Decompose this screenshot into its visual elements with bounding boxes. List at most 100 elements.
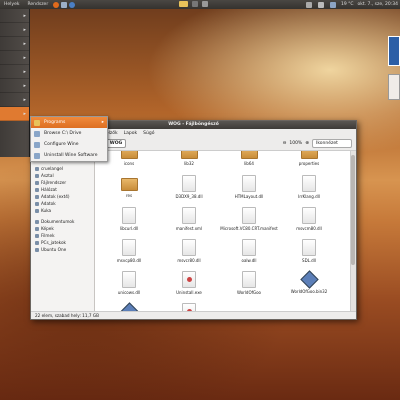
folder-icon [300,151,318,159]
file-grid: icons lib32 lib64 properties res D3DX9_38.dll… [99,151,356,311]
file-item[interactable]: lib32 [159,151,219,175]
firefox-icon[interactable] [53,1,60,8]
place-icon [35,201,39,206]
chevron-right-icon: ▸ [23,41,26,47]
file-item[interactable]: Uninstall.exe [159,271,219,303]
submenu-item[interactable]: Programs ▸ [31,117,107,128]
menu-help[interactable]: Súgó [143,131,154,136]
place-item[interactable]: Kuka [31,207,94,214]
menu-row[interactable]: ▸ [0,9,29,23]
file-item[interactable]: HTMLayout.dll [219,175,279,207]
file-item[interactable]: D3DX9_38.dll [159,175,219,207]
submenu-item-label: Browse C:\ Drive [44,131,82,136]
place-item[interactable]: Fájlrendszer [31,179,94,186]
file-name: msvcr80.dll [177,258,201,263]
zoom-in-icon[interactable]: ⊕ [305,141,309,146]
mail-icon[interactable] [61,1,68,8]
file-item[interactable]: msvcr80.dll [159,239,219,271]
menu-row[interactable]: ▸ [0,65,29,79]
menu-row-wine[interactable]: ▸ [0,107,29,121]
place-label: Adatok [41,201,56,206]
file-item[interactable]: IrrKlang.dll [279,175,339,207]
file-icon [182,207,196,224]
wine-binary-icon [301,271,317,287]
file-name: Uninstall.exe [176,290,202,295]
file-item[interactable]: SDL.dll [279,239,339,271]
view-mode-select[interactable]: Ikonnézet [312,139,352,148]
file-item[interactable]: icons [99,151,159,175]
clock-label[interactable]: okt. 7., sze, 20:34 [358,2,398,7]
chevron-right-icon: ▸ [23,13,26,19]
weather-icon[interactable] [329,1,336,8]
executable-icon [182,271,196,288]
place-item[interactable]: Asztal [31,172,94,179]
place-item[interactable]: Adatok (ext4) [31,193,94,200]
place-item[interactable]: Dokumentumok [31,218,94,225]
menu-row[interactable]: ▸ [0,79,29,93]
file-item[interactable]: WorldOfGoo.exe [159,303,219,311]
path-button[interactable]: WOG [105,139,127,148]
folder-icon[interactable] [179,1,188,7]
submenu-item-label: Configure Wine [44,142,79,147]
file-item[interactable]: msvcp80.dll [99,239,159,271]
file-name: manifest.xml [175,226,203,231]
file-item[interactable]: WorldOfGoo.bin32 [279,271,339,303]
file-item[interactable]: oalw.dll [219,239,279,271]
file-item[interactable]: lib64 [219,151,279,175]
file-item[interactable]: unicows.dll [99,271,159,303]
file-item[interactable]: WorldOfGoo.bin64 [99,303,159,311]
menu-row[interactable]: ▸ [0,51,29,65]
scroll-thumb[interactable] [351,155,355,265]
file-name: msvcm80.dll [296,226,322,231]
temperature-label[interactable]: 19 °C [341,2,354,7]
submenu-item[interactable]: Browse C:\ Drive [31,128,107,139]
zoom-out-icon[interactable]: ⊖ [283,141,287,146]
file-name: lib64 [244,161,254,166]
volume-icon[interactable] [305,1,312,8]
file-item[interactable]: libcurl.dll [99,207,159,239]
file-name: lib32 [184,161,194,166]
place-item[interactable]: Képek [31,225,94,232]
file-name: icons [123,161,135,166]
window-body: cruelangel Asztal Fájlrendszer Hálózat Adato… [31,151,356,311]
place-item[interactable]: Hálózat [31,186,94,193]
submenu-item-label: Programs [44,120,66,125]
submenu-item[interactable]: Configure Wine [31,139,107,150]
file-item[interactable]: msvcm80.dll [279,207,339,239]
menu-row[interactable]: ▸ [0,23,29,37]
network-icon[interactable] [192,1,198,7]
battery-icon[interactable] [317,1,324,8]
system-menu[interactable]: Rendszer [23,2,52,7]
file-item[interactable]: properties [279,151,339,175]
place-item[interactable]: cruelangel [31,165,94,172]
menu-row[interactable]: ▸ [0,93,29,107]
background-window-secondary[interactable] [388,74,400,100]
place-icon [35,247,39,252]
file-icon [242,271,256,288]
file-item[interactable]: Microsoft.VC80.CRT.manifest [219,207,279,239]
wine-config-icon [34,141,40,148]
place-item[interactable]: Ubuntu One [31,246,94,253]
background-window[interactable] [388,36,400,66]
menu-tabs[interactable]: Lapok [124,131,137,136]
folder-icon [240,151,258,159]
file-icon [122,239,136,256]
file-name: HTMLayout.dll [234,194,264,199]
folder-icon [34,119,40,126]
menu-row[interactable]: ▸ [0,37,29,51]
help-icon[interactable] [69,1,76,8]
place-item[interactable]: Filmek [31,232,94,239]
submenu-item[interactable]: Uninstall Wine Software [31,150,107,161]
clipboard-icon[interactable] [202,1,208,7]
place-label: Adatok (ext4) [41,194,70,199]
file-icon [122,207,136,224]
file-item[interactable]: manifest.xml [159,207,219,239]
place-item[interactable]: Adatok [31,200,94,207]
file-item[interactable]: res [99,175,159,207]
folder-icon [120,151,138,159]
scrollbar[interactable] [350,151,356,311]
places-menu[interactable]: Helyek [0,2,23,7]
place-label: Hálózat [41,187,57,192]
file-item[interactable]: WorldOfGoo [219,271,279,303]
place-item[interactable]: PCs_jatekok [31,239,94,246]
